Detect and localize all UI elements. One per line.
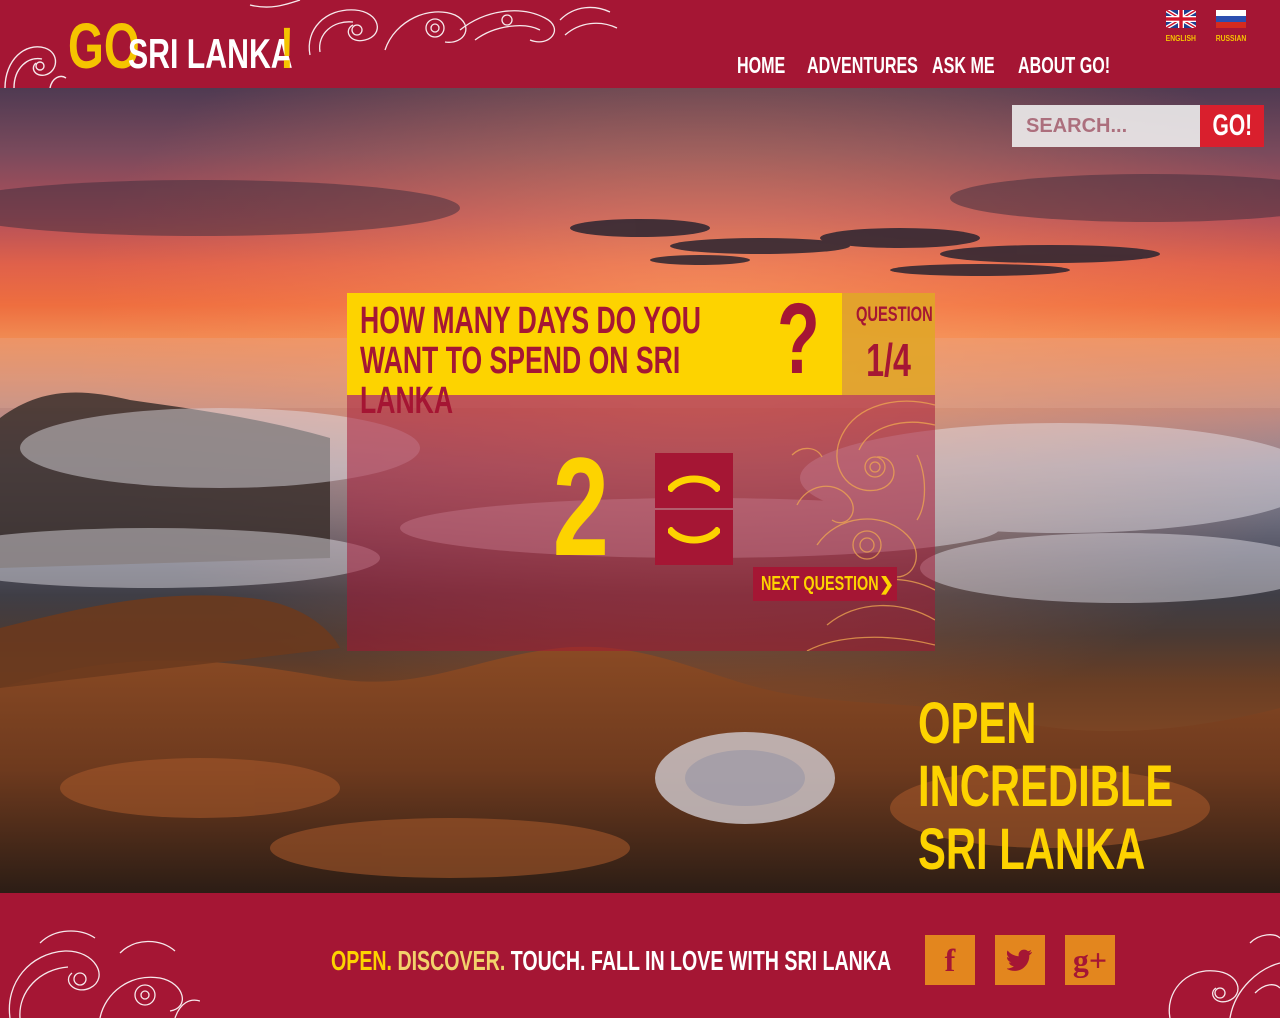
language-russian[interactable]: RUSSIAN [1215, 10, 1247, 43]
trip-quiz-panel: HOW MANY DAYS DO YOU WANT TO SPEND ON SR… [347, 289, 935, 651]
quiz-question-box: HOW MANY DAYS DO YOU WANT TO SPEND ON SR… [347, 289, 842, 421]
facebook-icon: f [944, 942, 956, 978]
paisley-ornament-icon [1168, 934, 1280, 1018]
nav-about-go[interactable]: ABOUT GO! [1018, 52, 1110, 79]
next-question-label: NEXT QUESTION [761, 572, 879, 595]
logo-go: GO [68, 10, 140, 82]
language-label: RUSSIAN [1215, 34, 1247, 43]
chevron-up-icon [668, 475, 720, 492]
uk-flag-icon [1166, 10, 1196, 28]
quiz-header: HOW MANY DAYS DO YOU WANT TO SPEND ON SR… [347, 289, 935, 421]
quiz-answer-area: 2 NEXT QUESTION ❯ [347, 395, 935, 651]
facebook-button[interactable]: f [925, 935, 975, 985]
quiz-counter-value: 1/4 [866, 334, 911, 386]
twitter-icon [1007, 949, 1032, 971]
paisley-ornament-icon [8, 930, 200, 1018]
slogan-discover: DISCOVER. [397, 945, 506, 976]
language-label: ENGLISH [1165, 34, 1197, 43]
logo-exclaim: ! [280, 16, 294, 81]
nav-home[interactable]: HOME [737, 52, 786, 79]
language-switcher: ENGLISH RUSSIAN [1165, 10, 1247, 43]
slogan-open: OPEN. [331, 945, 392, 976]
google-plus-button[interactable]: g+ [1065, 935, 1115, 985]
nav-adventures[interactable]: ADVENTURES [807, 52, 918, 79]
main-nav: HOME ADVENTURES ASK ME ABOUT GO! [737, 52, 1128, 79]
logo-name: SRI LANKA [128, 30, 293, 77]
paisley-ornament-icon [4, 46, 67, 88]
search-bar: GO! [1012, 105, 1264, 147]
site-header: GO SRI LANKA ! ENGLISH RUSSIAN HOME ADVE… [0, 0, 1280, 88]
nav-ask-me[interactable]: ASK ME [932, 52, 995, 79]
search-input[interactable] [1012, 105, 1200, 147]
language-english[interactable]: ENGLISH [1165, 10, 1197, 43]
question-mark-icon: ? [777, 283, 820, 395]
quiz-days-value: 2 [552, 428, 609, 585]
hero-tagline: OPEN INCREDIBLE SRI LANKA [918, 691, 1174, 882]
paisley-ornament-icon [791, 400, 935, 651]
slogan-rest: TOUCH. FALL IN LOVE WITH SRI LANKA [510, 945, 892, 976]
hero-background: GO! HOW MANY DAYS DO YOU WANT TO SPEND O… [0, 88, 1280, 893]
quiz-counter: QUESTION 1/4 [842, 293, 935, 395]
increase-days-button[interactable] [655, 453, 733, 508]
footer-slogan: OPEN. DISCOVER. TOUCH. FALL IN LOVE WITH… [331, 945, 891, 977]
twitter-button[interactable] [995, 935, 1045, 985]
search-go-button[interactable]: GO! [1200, 105, 1264, 147]
decrease-days-button[interactable] [655, 510, 733, 565]
quiz-counter-label: QUESTION [855, 303, 933, 326]
google-plus-icon: g+ [1072, 942, 1108, 978]
chevron-right-icon: ❯ [879, 573, 895, 594]
search-go-label: GO! [1212, 109, 1252, 142]
next-question-button[interactable]: NEXT QUESTION ❯ [753, 567, 897, 601]
russia-flag-icon [1216, 10, 1246, 28]
site-logo[interactable]: GO SRI LANKA ! [68, 12, 294, 78]
paisley-ornament-icon [249, 0, 618, 56]
site-footer: OPEN. DISCOVER. TOUCH. FALL IN LOVE WITH… [0, 893, 1280, 1018]
chevron-down-icon [668, 526, 720, 543]
